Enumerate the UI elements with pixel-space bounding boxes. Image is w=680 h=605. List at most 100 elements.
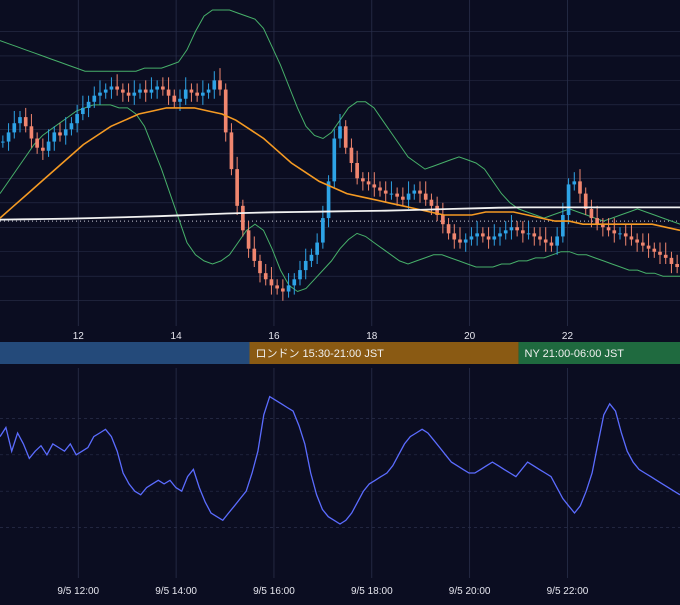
candle-body xyxy=(389,193,394,195)
candle-body xyxy=(612,230,617,234)
candle-body xyxy=(263,273,268,280)
candle-body xyxy=(12,123,17,133)
candle-body xyxy=(475,233,479,237)
candle-body xyxy=(669,257,674,264)
candle-body xyxy=(63,129,68,136)
candle-body xyxy=(458,239,462,243)
candle-body xyxy=(555,236,559,246)
candle-body xyxy=(486,236,491,240)
osc-x-tick-label: 9/5 22:00 xyxy=(547,586,589,597)
candle-body xyxy=(572,181,577,185)
candle-body xyxy=(212,80,217,90)
candle-body xyxy=(383,190,388,194)
candle-body xyxy=(161,86,165,90)
candle-body xyxy=(115,86,119,90)
candle-body xyxy=(126,92,131,96)
main-x-tick-label: 16 xyxy=(268,331,280,342)
candle-body xyxy=(29,126,34,139)
candle-body xyxy=(509,227,514,231)
osc-x-tick-label: 9/5 12:00 xyxy=(57,586,99,597)
candle-body xyxy=(349,147,354,163)
candle-body xyxy=(578,181,582,194)
candle-body xyxy=(292,279,297,286)
candle-body xyxy=(452,233,457,240)
candle-body xyxy=(201,92,205,96)
candle-body xyxy=(481,233,485,237)
candle-body xyxy=(372,184,377,188)
candle-body xyxy=(121,89,125,93)
candle-body xyxy=(103,89,108,93)
candle-body xyxy=(286,285,291,292)
candle-body xyxy=(538,236,542,240)
candle-body xyxy=(498,233,502,237)
candle-body xyxy=(235,169,239,206)
candle-body xyxy=(321,218,325,243)
session-label: ロンドン 15:30-21:00 JST xyxy=(255,348,384,360)
session-label: NY 21:00-06:00 JST xyxy=(525,348,625,360)
candle-body xyxy=(189,89,194,93)
candle-body xyxy=(178,98,182,102)
main-x-tick-label: 14 xyxy=(171,331,183,342)
candle-body xyxy=(492,236,497,240)
candle-body xyxy=(149,89,154,93)
candle-body xyxy=(618,233,622,235)
candle-body xyxy=(309,254,314,261)
candle-body xyxy=(98,92,102,96)
oscillator-plot-area xyxy=(0,368,680,578)
candle-body xyxy=(646,245,651,249)
candle-body xyxy=(275,285,279,289)
candle-body xyxy=(281,288,285,292)
candle-body xyxy=(246,230,251,249)
candle-body xyxy=(1,141,5,143)
candle-body xyxy=(132,92,137,96)
candle-body xyxy=(629,236,634,240)
candle-body xyxy=(81,107,85,115)
candle-body xyxy=(18,117,22,124)
candle-body xyxy=(658,251,662,255)
candle-body xyxy=(532,233,537,237)
candle-body xyxy=(206,89,211,93)
candle-body xyxy=(35,138,39,148)
candle-body xyxy=(138,89,142,93)
candle-body xyxy=(172,95,177,102)
candle-body xyxy=(166,89,171,96)
candle-body xyxy=(463,239,468,243)
candle-body xyxy=(58,132,62,136)
candle-body xyxy=(86,101,91,108)
candle-body xyxy=(298,270,302,280)
candle-body xyxy=(332,138,337,182)
candle-body xyxy=(503,230,508,234)
osc-x-tick-label: 9/5 16:00 xyxy=(253,586,295,597)
candle-body xyxy=(155,86,159,90)
candle-body xyxy=(361,178,365,182)
candle-body xyxy=(526,233,531,235)
candle-body xyxy=(549,242,554,246)
candle-body xyxy=(355,163,359,179)
candle-body xyxy=(183,89,188,99)
candle-body xyxy=(315,242,319,255)
candle-body xyxy=(143,89,148,93)
main-x-tick-label: 20 xyxy=(464,331,476,342)
price-chart: 12 14 16 18 20 22 ロンドン 15:30-21:00 JST NY 21:00… xyxy=(0,0,680,597)
chart-panel: 12 14 16 18 20 22 ロンドン 15:30-21:00 JST NY 21:00… xyxy=(0,0,680,600)
candle-body xyxy=(52,132,57,142)
candle-body xyxy=(412,190,417,194)
candle-body xyxy=(441,215,445,225)
candle-body xyxy=(641,242,645,246)
candle-body xyxy=(423,193,428,200)
main-x-tick-label: 12 xyxy=(73,331,85,342)
candle-body xyxy=(366,181,371,185)
candle-body xyxy=(223,89,228,133)
candle-body xyxy=(258,260,262,274)
candle-body xyxy=(515,227,519,231)
candle-body xyxy=(109,86,114,90)
candle-body xyxy=(229,132,234,170)
candle-body xyxy=(561,215,565,237)
candle-body xyxy=(378,187,382,191)
candle-body xyxy=(406,193,411,200)
candle-body xyxy=(589,208,594,219)
candle-body xyxy=(23,117,28,127)
candle-body xyxy=(46,141,51,151)
session-band xyxy=(0,342,250,364)
candle-body xyxy=(218,80,222,90)
